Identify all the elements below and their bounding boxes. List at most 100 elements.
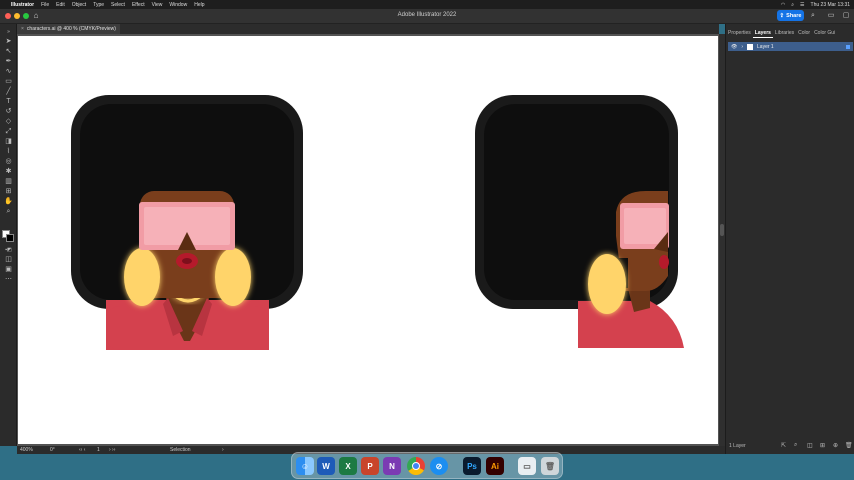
graph-tool-icon[interactable]: ▥ [3, 178, 14, 186]
menu-view[interactable]: View [152, 2, 163, 8]
more-tools-icon[interactable]: ⋯ [3, 276, 14, 284]
expand-chevron-icon[interactable]: › [741, 44, 743, 50]
document-tab-label: characters.ai @ 400 % (CMYK/Preview) [26, 26, 116, 32]
artboard-nav-prev-icon[interactable]: ‹‹ ‹ [79, 447, 85, 453]
eyedropper-tool-icon[interactable]: ⌇ [3, 148, 14, 156]
menu-help[interactable]: Help [194, 2, 204, 8]
new-sublayer-icon[interactable]: ⊞ [820, 442, 825, 449]
layer-select-indicator[interactable] [846, 44, 850, 49]
visibility-eye-icon[interactable]: 👁 [731, 44, 737, 50]
status-menu-chevron-icon[interactable]: › [222, 447, 224, 453]
search-help-icon[interactable]: ⌕ [808, 11, 818, 21]
tab-color-guide[interactable]: Color Gui [812, 28, 837, 38]
layer-row[interactable]: 👁 › Layer 1 [728, 42, 853, 51]
direct-selection-tool-icon[interactable]: ↖ [3, 48, 14, 56]
powerpoint-icon[interactable]: P [361, 457, 379, 475]
wifi-icon[interactable]: ◠ [781, 2, 785, 8]
draw-mode-icon[interactable]: ◫ [3, 256, 14, 264]
tab-properties[interactable]: Properties [726, 28, 753, 38]
character-front[interactable] [71, 95, 303, 350]
gradient-tool-icon[interactable]: ◨ [3, 138, 14, 146]
menu-file[interactable]: File [41, 2, 49, 8]
artwork [71, 95, 684, 350]
layer-thumbnail [747, 43, 754, 50]
selection-tool-icon[interactable]: ➤ [3, 38, 14, 46]
arrange-documents-icon[interactable]: ▭ [826, 11, 836, 21]
blend-tool-icon[interactable]: ◎ [3, 158, 14, 166]
layers-panel-footer: 1 Layer ⇱ ⌕ ◫ ⊞ ⊕ 🗑 [726, 442, 854, 450]
tools-panel: » ➤ ↖ ✒ ∿ ▭ ╱ T ↺ ◇ ⤢ ◨ ⌇ ◎ ✱ ▥ ⊞ ✋ ⌕ ▪◩… [0, 24, 17, 446]
paintbrush-tool-icon[interactable]: ╱ [3, 88, 14, 96]
menu-edit[interactable]: Edit [56, 2, 65, 8]
preview-icon[interactable]: ▭ [518, 457, 536, 475]
safari-icon[interactable]: ⊘ [430, 457, 448, 475]
panel-tabs: Properties Layers Libraries Color Color … [726, 28, 854, 38]
lips-side [659, 255, 669, 269]
photoshop-icon[interactable]: Ps [463, 457, 481, 475]
document-tab-bar: × characters.ai @ 400 % (CMYK/Preview) [17, 24, 719, 34]
tab-libraries[interactable]: Libraries [773, 28, 796, 38]
stroke-swatch[interactable] [6, 234, 14, 242]
rectangle-tool-icon[interactable]: ▭ [3, 78, 14, 86]
earring-side [588, 254, 626, 314]
menu-app-name[interactable]: Illustrator [11, 2, 34, 8]
panel-collapse-icon[interactable]: » [3, 28, 14, 36]
tab-close-icon[interactable]: × [21, 26, 24, 32]
menu-type[interactable]: Type [93, 2, 104, 8]
glasses-lens-side [624, 208, 666, 244]
layer-name[interactable]: Layer 1 [757, 44, 774, 50]
workspace-icon[interactable]: ▢ [841, 11, 851, 21]
share-button[interactable]: ⇪ Share [777, 10, 804, 21]
menu-effect[interactable]: Effect [132, 2, 145, 8]
rotate-tool-icon[interactable]: ↺ [3, 108, 14, 116]
artboard-nav-next-icon[interactable]: › ›› [109, 447, 115, 453]
shirt-shape-side [578, 301, 684, 348]
onenote-icon[interactable]: N [383, 457, 401, 475]
illustrator-icon[interactable]: Ai [486, 457, 504, 475]
artboard-tool-icon[interactable]: ⊞ [3, 188, 14, 196]
menu-clock[interactable]: Thu 23 Mar 13:31 [811, 2, 850, 8]
artboard-number[interactable]: 1 [97, 447, 100, 453]
delete-layer-icon[interactable]: 🗑 [845, 442, 853, 449]
search-icon[interactable]: ⌕ [791, 2, 794, 8]
earring-right [215, 248, 251, 306]
dock: ☺ W X P N ⊘ Ps Ai ▭ 🗑 [291, 452, 563, 479]
pen-tool-icon[interactable]: ✒ [3, 58, 14, 66]
new-layer-icon[interactable]: ⊕ [833, 442, 838, 449]
layer-count: 1 Layer [729, 443, 746, 449]
chrome-icon[interactable] [407, 457, 425, 475]
rotation-value[interactable]: 0° [50, 447, 55, 453]
excel-icon[interactable]: X [339, 457, 357, 475]
artboard[interactable] [18, 36, 718, 444]
screen-mode-icon[interactable]: ▣ [3, 266, 14, 274]
tab-layers[interactable]: Layers [752, 28, 773, 38]
character-side[interactable] [475, 95, 684, 348]
menu-object[interactable]: Object [72, 2, 86, 8]
canvas-area[interactable] [17, 34, 719, 446]
type-tool-icon[interactable]: T [3, 98, 14, 106]
share-icon: ⇪ [779, 12, 785, 19]
zoom-tool-icon[interactable]: ⌕ [3, 208, 14, 216]
menu-bar: Illustrator File Edit Object Type Select… [0, 0, 854, 9]
hand-tool-icon[interactable]: ✋ [3, 198, 14, 206]
symbol-sprayer-tool-icon[interactable]: ✱ [3, 168, 14, 176]
export-icon[interactable]: ⇱ [781, 442, 786, 449]
word-icon[interactable]: W [317, 457, 335, 475]
eraser-tool-icon[interactable]: ◇ [3, 118, 14, 126]
locate-object-icon[interactable]: ⌕ [794, 442, 797, 449]
color-mode-icon[interactable]: ▪◩ [3, 246, 14, 254]
scale-tool-icon[interactable]: ⤢ [3, 128, 14, 136]
clipping-mask-icon[interactable]: ◫ [807, 442, 813, 449]
menu-window[interactable]: Window [169, 2, 187, 8]
tab-color[interactable]: Color [796, 28, 812, 38]
share-label: Share [786, 12, 802, 19]
window-title: Adobe Illustrator 2022 [397, 12, 457, 18]
zoom-level[interactable]: 400% [20, 447, 33, 453]
trash-icon[interactable]: 🗑 [541, 457, 559, 475]
scroll-thumb[interactable] [720, 224, 724, 236]
control-center-icon[interactable]: ☰ [800, 2, 804, 8]
document-tab[interactable]: × characters.ai @ 400 % (CMYK/Preview) [17, 24, 120, 34]
curvature-tool-icon[interactable]: ∿ [3, 68, 14, 76]
finder-icon[interactable]: ☺ [296, 457, 314, 475]
menu-select[interactable]: Select [111, 2, 125, 8]
